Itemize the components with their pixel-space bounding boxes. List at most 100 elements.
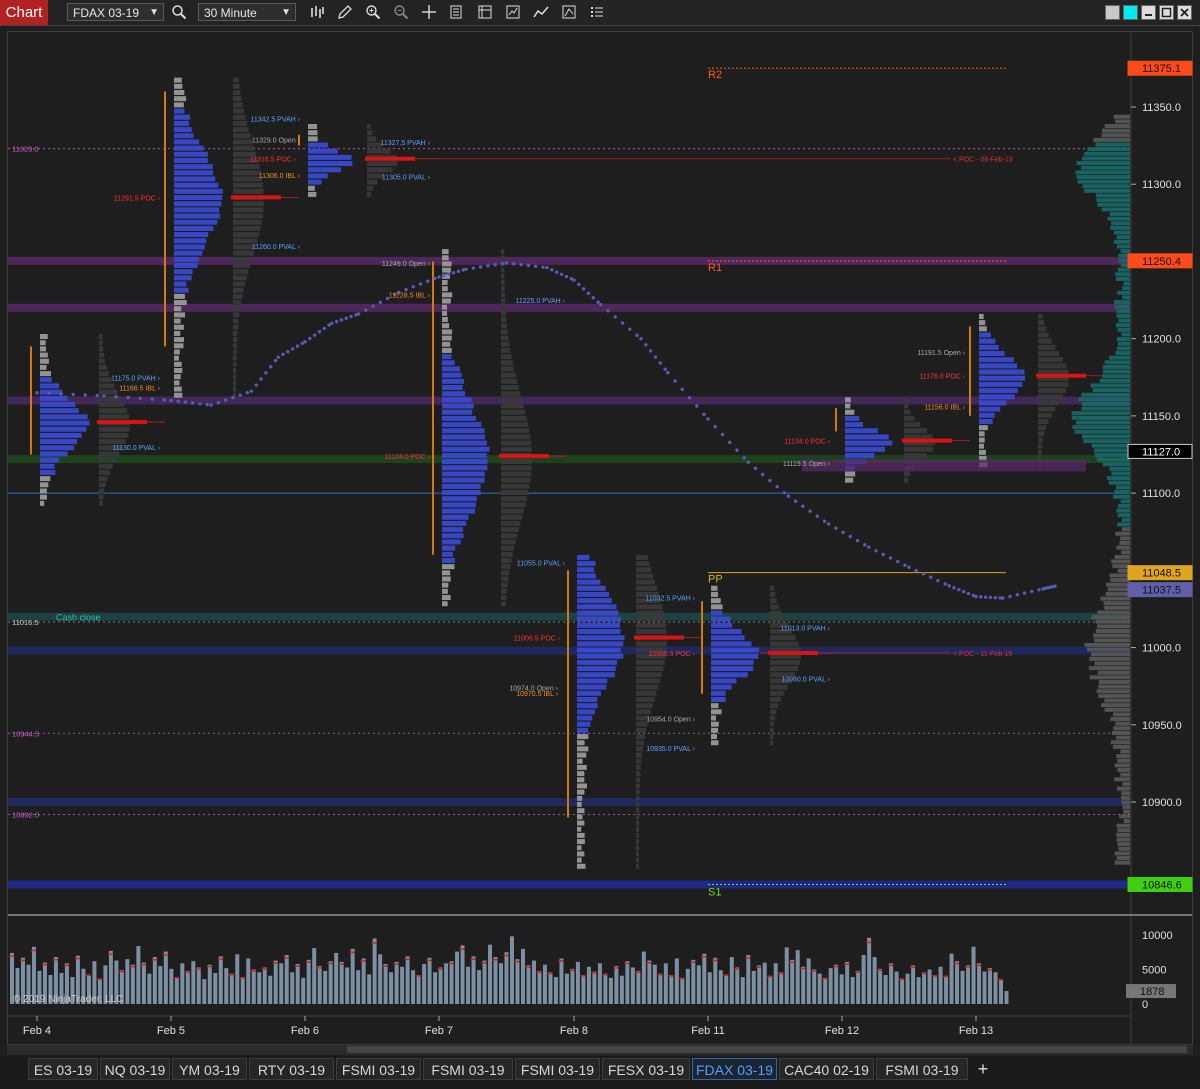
composite-row <box>501 428 529 433</box>
composite-row <box>233 232 259 237</box>
tab-fdax-03-19[interactable]: FDAX 03-19 <box>692 1058 777 1080</box>
tab-fsmi-03-19[interactable]: FSMI 03-19 <box>336 1058 421 1080</box>
tpo-row <box>979 438 985 443</box>
volume-average-tick <box>756 966 761 968</box>
composite-row <box>99 371 109 376</box>
tpo-row <box>979 370 1024 375</box>
tab-ym-03-19[interactable]: YM 03-19 <box>172 1058 247 1080</box>
tpo-row <box>711 586 717 591</box>
composite-row <box>501 280 505 285</box>
tpo-row <box>577 864 585 869</box>
add-tab-icon[interactable]: + <box>970 1058 996 1080</box>
volume-bar <box>543 965 547 1004</box>
volume-bar <box>664 963 668 1004</box>
vwap-dot <box>856 539 859 542</box>
composite-row <box>233 133 251 138</box>
volume-average-tick <box>613 967 618 969</box>
tpo-row <box>577 765 587 770</box>
volume-average-tick <box>9 955 14 957</box>
volume-profile-bar <box>1116 323 1130 327</box>
tab-fsmi-03-19[interactable]: FSMI 03-19 <box>515 1058 600 1080</box>
scrollbar-thumb[interactable] <box>347 1046 1187 1053</box>
tpo-row <box>577 672 615 677</box>
composite-row <box>501 410 525 415</box>
level-label: 10944.5 <box>12 729 39 738</box>
volume-average-tick <box>141 964 146 966</box>
composite-row <box>636 734 645 739</box>
composite-row <box>233 201 264 206</box>
vwap-dot <box>505 261 508 264</box>
tab-nq-03-19[interactable]: NQ 03-19 <box>100 1058 170 1080</box>
vwap-dot <box>565 275 568 278</box>
volume-bar <box>807 958 811 1004</box>
tpo-row <box>442 558 455 563</box>
vwap-dot <box>224 398 227 401</box>
tab-es-03-19[interactable]: ES 03-19 <box>28 1058 98 1080</box>
price-tick-label: 11300.0 <box>1142 179 1181 191</box>
vwap-dot <box>587 292 590 295</box>
tpo-row <box>174 374 181 379</box>
profile-annotation: 11327.5 PVAH › <box>380 140 430 147</box>
tpo-row <box>40 445 74 450</box>
vwap-dot <box>1023 591 1026 594</box>
tpo-row <box>711 709 722 714</box>
volume-average-tick <box>405 958 410 960</box>
composite-row <box>636 858 639 863</box>
volume-bar <box>746 955 750 1004</box>
tpo-row <box>174 319 181 324</box>
vwap-dot <box>1016 593 1019 596</box>
tpo-row <box>577 709 595 714</box>
tab-fesx-03-19[interactable]: FESX 03-19 <box>602 1058 690 1080</box>
tpo-row <box>577 580 600 585</box>
volume-profile-bar <box>1087 648 1130 652</box>
composite-row <box>1038 394 1063 399</box>
vwap-dot <box>761 473 764 476</box>
tab-fsmi-03-19[interactable]: FSMI 03-19 <box>423 1058 513 1080</box>
volume-profile-bar <box>1082 407 1130 411</box>
vwap-dot <box>962 590 965 593</box>
volume-profile-bar <box>1101 703 1130 707</box>
tpo-row <box>40 371 51 376</box>
volume-profile-bar <box>1114 490 1130 494</box>
tpo-row <box>442 311 447 316</box>
tpo-row <box>308 186 315 191</box>
price-marker-label: 11375.1 <box>1142 63 1181 75</box>
volume-average-tick <box>624 963 629 965</box>
horizontal-scrollbar[interactable] <box>7 1044 1193 1055</box>
tpo-row <box>40 377 52 382</box>
tab-fsmi-03-19[interactable]: FSMI 03-19 <box>876 1058 968 1080</box>
tpo-row <box>577 567 594 572</box>
volume-average-tick <box>152 959 157 961</box>
vwap-dot <box>994 596 997 599</box>
volume-profile-bar <box>1100 597 1130 601</box>
tpo-row <box>577 604 616 609</box>
tab-rty-03-19[interactable]: RTY 03-19 <box>249 1058 334 1080</box>
tpo-row <box>40 414 88 419</box>
volume-profile-bar <box>1122 527 1130 531</box>
volume-profile-bar <box>1115 272 1130 276</box>
volume-profile-bar <box>1116 754 1130 758</box>
tpo-row <box>40 464 54 469</box>
volume-bar <box>318 966 322 1004</box>
volume-bar <box>494 957 498 1004</box>
tpo-row <box>40 476 50 481</box>
profile-annotation: 11260.0 PVAL › <box>252 244 301 251</box>
composite-row <box>636 796 639 801</box>
composite-row <box>233 319 239 324</box>
composite-row <box>636 753 642 758</box>
volume-profile-bar <box>1117 244 1130 248</box>
tpo-row <box>174 337 184 342</box>
composite-row <box>770 691 784 696</box>
volume-bar <box>417 975 421 1004</box>
volume-bar <box>647 961 651 1004</box>
tpo-row <box>845 471 855 476</box>
tpo-row <box>40 470 55 475</box>
tpo-row <box>979 314 984 319</box>
vwap-dot <box>330 322 333 325</box>
composite-row <box>233 109 244 114</box>
volume-average-tick <box>591 972 596 974</box>
volume-profile-bar <box>1118 319 1130 323</box>
tab-cac40-02-19[interactable]: CAC40 02-19 <box>779 1058 874 1080</box>
volume-bar <box>636 971 640 1004</box>
price-chart[interactable]: R2 R1 PP S1 < POC - 06-Feb-19 < POC - 11-Feb-… <box>0 0 1200 1089</box>
